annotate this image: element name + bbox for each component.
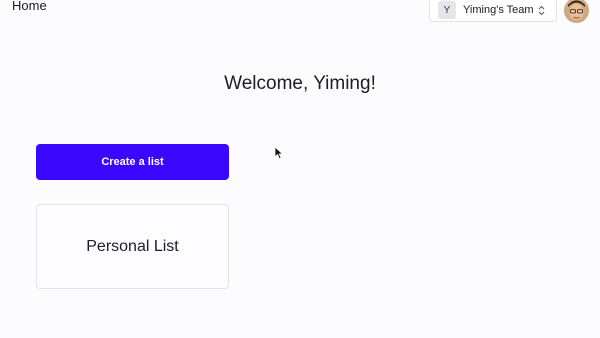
- team-name: Yiming's Team: [463, 4, 534, 16]
- chevron-updown-icon: [538, 4, 546, 16]
- team-switcher[interactable]: Y Yiming's Team: [429, 0, 557, 22]
- list-card-label: Personal List: [86, 237, 179, 255]
- create-list-button[interactable]: Create a list: [36, 144, 229, 180]
- mouse-cursor-icon: [274, 146, 284, 160]
- team-initial-badge: Y: [438, 1, 456, 19]
- user-avatar[interactable]: [564, 0, 589, 23]
- list-card-personal[interactable]: Personal List: [36, 204, 229, 289]
- page-title: Home: [12, 0, 47, 13]
- page: Home Y Yiming's Team Welcome, Yiming! Cr…: [0, 0, 600, 338]
- welcome-heading: Welcome, Yiming!: [224, 73, 376, 94]
